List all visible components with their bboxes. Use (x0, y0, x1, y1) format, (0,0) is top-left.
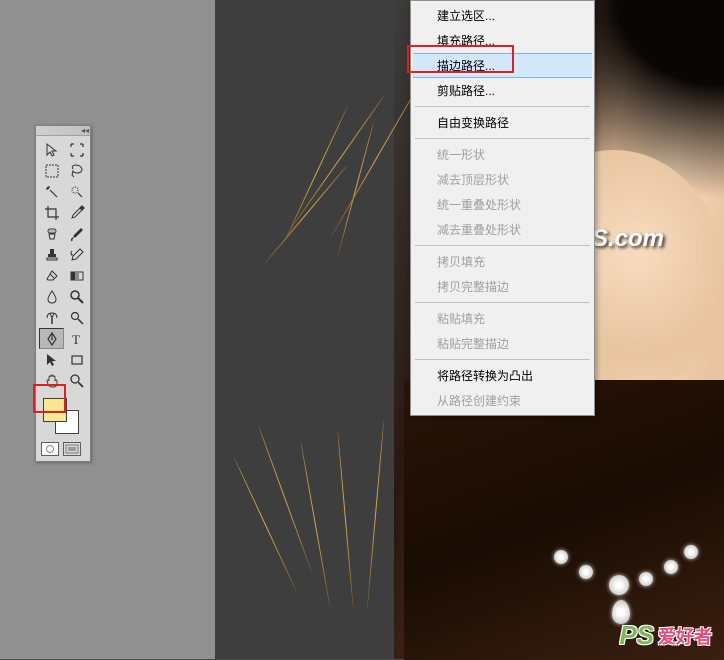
eyedropper-tool[interactable] (64, 202, 89, 223)
svg-text:T: T (72, 332, 80, 347)
dodge-tool[interactable] (64, 286, 89, 307)
menu-copy-fill: 拷贝填充 (413, 249, 592, 274)
healing-brush-tool[interactable] (39, 223, 64, 244)
standard-mode-icon[interactable] (41, 442, 59, 456)
blur-tool[interactable] (39, 286, 64, 307)
menu-stroke-path[interactable]: 描边路径... (413, 53, 592, 78)
menu-free-transform-path[interactable]: 自由变换路径 (413, 110, 592, 135)
menu-subtract-front-shape: 减去顶层形状 (413, 167, 592, 192)
menu-separator (415, 359, 590, 360)
type-tool[interactable]: T (64, 328, 89, 349)
crop-tool[interactable] (39, 202, 64, 223)
menu-fill-path[interactable]: 填充路径... (413, 28, 592, 53)
artboard-tool[interactable] (64, 139, 89, 160)
menu-separator (415, 138, 590, 139)
pen-tool[interactable] (39, 328, 64, 349)
path-selection-tool[interactable] (39, 349, 64, 370)
menu-convert-to-convex[interactable]: 将路径转换为凸出 (413, 363, 592, 388)
brush-tool[interactable] (64, 223, 89, 244)
mixer-brush-tool[interactable] (39, 307, 64, 328)
path-context-menu: 建立选区... 填充路径... 描边路径... 剪贴路径... 自由变换路径 统… (410, 0, 595, 416)
quick-select-tool[interactable] (64, 181, 89, 202)
menu-copy-stroke: 拷贝完整描边 (413, 274, 592, 299)
color-swatch-section (36, 394, 90, 438)
menu-create-constraint: 从路径创建约束 (413, 388, 592, 413)
menu-clip-path[interactable]: 剪贴路径... (413, 78, 592, 103)
history-brush-tool[interactable] (64, 244, 89, 265)
magic-wand-tool[interactable] (39, 181, 64, 202)
menu-paste-fill: 粘贴填充 (413, 306, 592, 331)
quick-mask-mode-icon[interactable] (63, 442, 81, 456)
stamp-tool[interactable] (39, 244, 64, 265)
eraser-tool[interactable] (39, 265, 64, 286)
foreground-color-swatch[interactable] (43, 398, 67, 422)
sharpen-tool[interactable] (64, 307, 89, 328)
menu-separator (415, 245, 590, 246)
gradient-tool[interactable] (64, 265, 89, 286)
rectangle-tool[interactable] (64, 349, 89, 370)
collapse-arrow-icon[interactable]: ◂◂ (81, 128, 87, 134)
menu-unite-overlap-shapes: 统一重叠处形状 (413, 192, 592, 217)
necklace (534, 540, 714, 630)
hand-tool[interactable] (39, 370, 64, 391)
toolbox-header[interactable]: ◂◂ (36, 126, 90, 136)
menu-make-selection[interactable]: 建立选区... (413, 3, 592, 28)
menu-paste-stroke: 粘贴完整描边 (413, 331, 592, 356)
marquee-tool[interactable] (39, 160, 64, 181)
zoom-tool[interactable] (64, 370, 89, 391)
menu-separator (415, 106, 590, 107)
lasso-tool[interactable] (64, 160, 89, 181)
toolbox-panel: ◂◂ (35, 125, 91, 462)
menu-separator (415, 302, 590, 303)
menu-unite-shapes: 统一形状 (413, 142, 592, 167)
move-tool[interactable] (39, 139, 64, 160)
menu-subtract-overlap-shapes: 减去重叠处形状 (413, 217, 592, 242)
